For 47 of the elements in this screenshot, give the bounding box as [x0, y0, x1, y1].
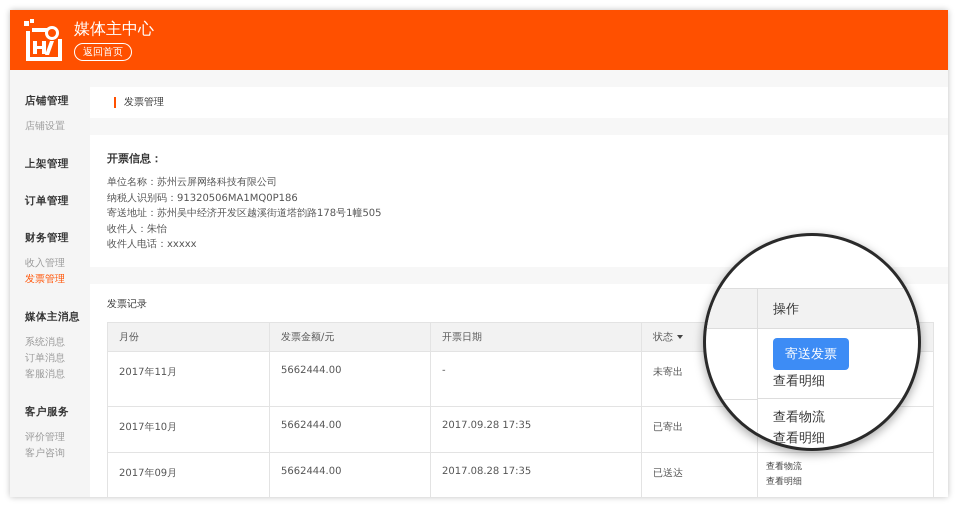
column-header: 操作 — [758, 288, 918, 329]
column-label: 开票日期 — [442, 330, 482, 344]
table-cell: 2017.09.28 17:35 — [431, 406, 642, 452]
info-line: 寄送地址：苏州吴中经济开发区越溪街道塔韵路178号1幢505 — [107, 206, 383, 221]
sidebar-heading: 客户服务 — [25, 404, 70, 420]
column-label: 月份 — [119, 330, 139, 344]
table-cell: 已送达 — [642, 452, 758, 497]
info-line: 收件人：朱怡 — [107, 222, 168, 236]
back-home-button[interactable]: 返回首页 — [74, 43, 132, 61]
action-link[interactable]: 查看物流 — [773, 409, 825, 427]
sidebar-heading: 店铺管理 — [25, 94, 70, 109]
sidebar-item[interactable]: 收入管理 — [25, 256, 90, 272]
table-cell: 5662444.00 — [270, 352, 431, 406]
breadcrumb: 发票管理 — [114, 97, 164, 108]
sidebar-item[interactable]: 客户咨询 — [25, 446, 90, 462]
action-link[interactable]: 查看明细 — [773, 373, 825, 391]
info-line: 单位名称：苏州云屏网络科技有限公司 — [107, 176, 278, 190]
info-line: 收件人电话：xxxxx — [107, 238, 198, 252]
sidebar-item[interactable]: 客服消息 — [25, 367, 90, 383]
table-cell: - — [431, 352, 642, 406]
sort-caret-icon[interactable] — [677, 334, 683, 338]
table-cell: 5662444.00 — [270, 406, 431, 452]
sidebar-item[interactable]: 系统消息 — [25, 335, 90, 351]
section-title: 开票信息： — [107, 151, 163, 166]
table-cell: 2017年10月 — [108, 406, 270, 452]
sidebar-heading: 订单管理 — [25, 194, 70, 209]
header-cell — [706, 288, 758, 329]
sidebar-item[interactable]: 发票管理 — [25, 272, 90, 288]
section-title: 发票记录 — [107, 298, 147, 310]
table-cell: 2017年09月 — [108, 452, 270, 497]
sidebar-item[interactable]: 店铺设置 — [25, 119, 90, 135]
table-cell: 2017年11月 — [108, 352, 270, 406]
sidebar-heading: 媒体主消息 — [25, 310, 81, 325]
sidebar-item[interactable]: 评价管理 — [25, 430, 90, 446]
sidebar-item[interactable]: 订单消息 — [25, 351, 90, 367]
sidebar-heading: 上架管理 — [25, 157, 70, 172]
info-line: 纳税人识别码：91320506MA1MQ0P186 — [107, 192, 299, 206]
send-invoice-button[interactable]: 寄送发票 — [773, 338, 849, 370]
action-link[interactable]: 查看明细 — [766, 476, 802, 488]
column-label: 发票金额/元 — [281, 330, 334, 344]
sidebar-heading: 财务管理 — [25, 231, 70, 246]
action-link[interactable]: 查看物流 — [766, 460, 802, 474]
table-cell: 2017.08.28 17:35 — [431, 452, 642, 497]
table-cell: 5662444.00 — [270, 452, 431, 497]
logo-icon — [22, 19, 64, 61]
site-title: 媒体主中心 — [74, 19, 154, 40]
column-label: 状态 — [653, 330, 673, 344]
